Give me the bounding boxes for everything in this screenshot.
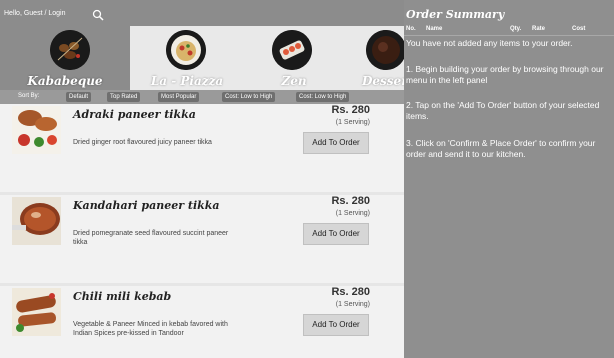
menu-item-name: Kandahari paneer tikka [73,199,220,212]
menu-item-price: Rs. 280 [331,195,370,207]
category-name: Zen [281,74,307,88]
login-link[interactable]: Hello, Guest / Login [4,10,65,17]
category-tab-la-piazza[interactable]: La - Piazza [130,26,244,90]
sort-label: Sort By: [18,93,40,99]
category-name: La - Piazza [150,74,224,88]
category-name: Kababeque [27,74,103,88]
menu-item-name: Chili mili kebab [73,290,172,303]
menu-item-image [12,106,61,154]
column-header-qty: Qty. [510,26,522,32]
add-to-order-button[interactable]: Add To Order [303,314,369,336]
menu-item-name: Adraki paneer tikka [73,108,196,121]
menu-item-price: Rs. 280 [331,286,370,298]
category-tab-kababeque[interactable]: Kababeque [0,26,130,90]
column-header-name: Name [426,26,443,32]
instruction-step: 3. Click on 'Confirm & Place Order' to c… [406,138,596,159]
menu-item-serving: (1 Serving) [335,119,370,126]
menu-item-serving: (1 Serving) [335,210,370,217]
order-summary-panel: Order Summary No. Name Qty. Rate Cost Yo… [404,0,614,358]
instruction-step: 1. Begin building your order by browsing… [406,64,604,85]
category-tab-dessert[interactable]: Desser [344,26,404,90]
menu-item-image [12,288,61,336]
column-header-rate: Rate [532,26,546,32]
la-piazza-thumbnail [166,30,206,70]
add-to-order-button[interactable]: Add To Order [303,132,369,154]
sort-bar: Sort By: Default Top Rated Most Popular … [0,90,404,104]
top-bar: Hello, Guest / Login [0,0,404,26]
add-to-order-button[interactable]: Add To Order [303,223,369,245]
sort-most-popular-button[interactable]: Most Popular [158,92,200,102]
zen-thumbnail [272,30,312,70]
kababeque-thumbnail [50,30,90,70]
menu-item-description: Dried ginger root flavoured juicy paneer… [73,139,212,146]
menu-item-description: Dried pomegranate seed flavoured succint… [73,230,229,246]
divider [404,35,614,36]
menu-panel: Hello, Guest / Login Kababeque La - Piaz… [0,0,404,358]
category-tab-zen[interactable]: Zen [244,26,344,90]
dessert-thumbnail [366,30,404,70]
sort-top-rated-button[interactable]: Top Rated [107,92,141,102]
empty-order-message: You have not added any items to your ord… [406,38,573,48]
category-name: Desser [362,74,404,88]
instruction-step: 2. Tap on the 'Add To Order' button of y… [406,100,600,121]
menu-item: Adraki paneer tikka Dried ginger root fl… [0,104,404,192]
order-summary-title: Order Summary [406,8,505,21]
search-icon[interactable] [92,9,104,21]
menu-item: Kandahari paneer tikka Dried pomegranate… [0,195,404,283]
column-header-no: No. [406,26,416,32]
menu-item-serving: (1 Serving) [335,301,370,308]
category-tabs: Kababeque La - Piazza Zen Desser [0,26,404,90]
column-header-cost: Cost [572,26,586,32]
menu-item-image [12,197,61,245]
sort-cost-low-high-button-2[interactable]: Cost: Low to High [296,92,350,102]
menu-item-description: Vegetable & Paneer Minced in kebab favor… [73,321,228,337]
sort-default-button[interactable]: Default [66,92,92,102]
menu-item-price: Rs. 280 [331,104,370,116]
menu-item: Chili mili kebab Vegetable & Paneer Minc… [0,286,404,358]
sort-cost-low-high-button[interactable]: Cost: Low to High [222,92,276,102]
